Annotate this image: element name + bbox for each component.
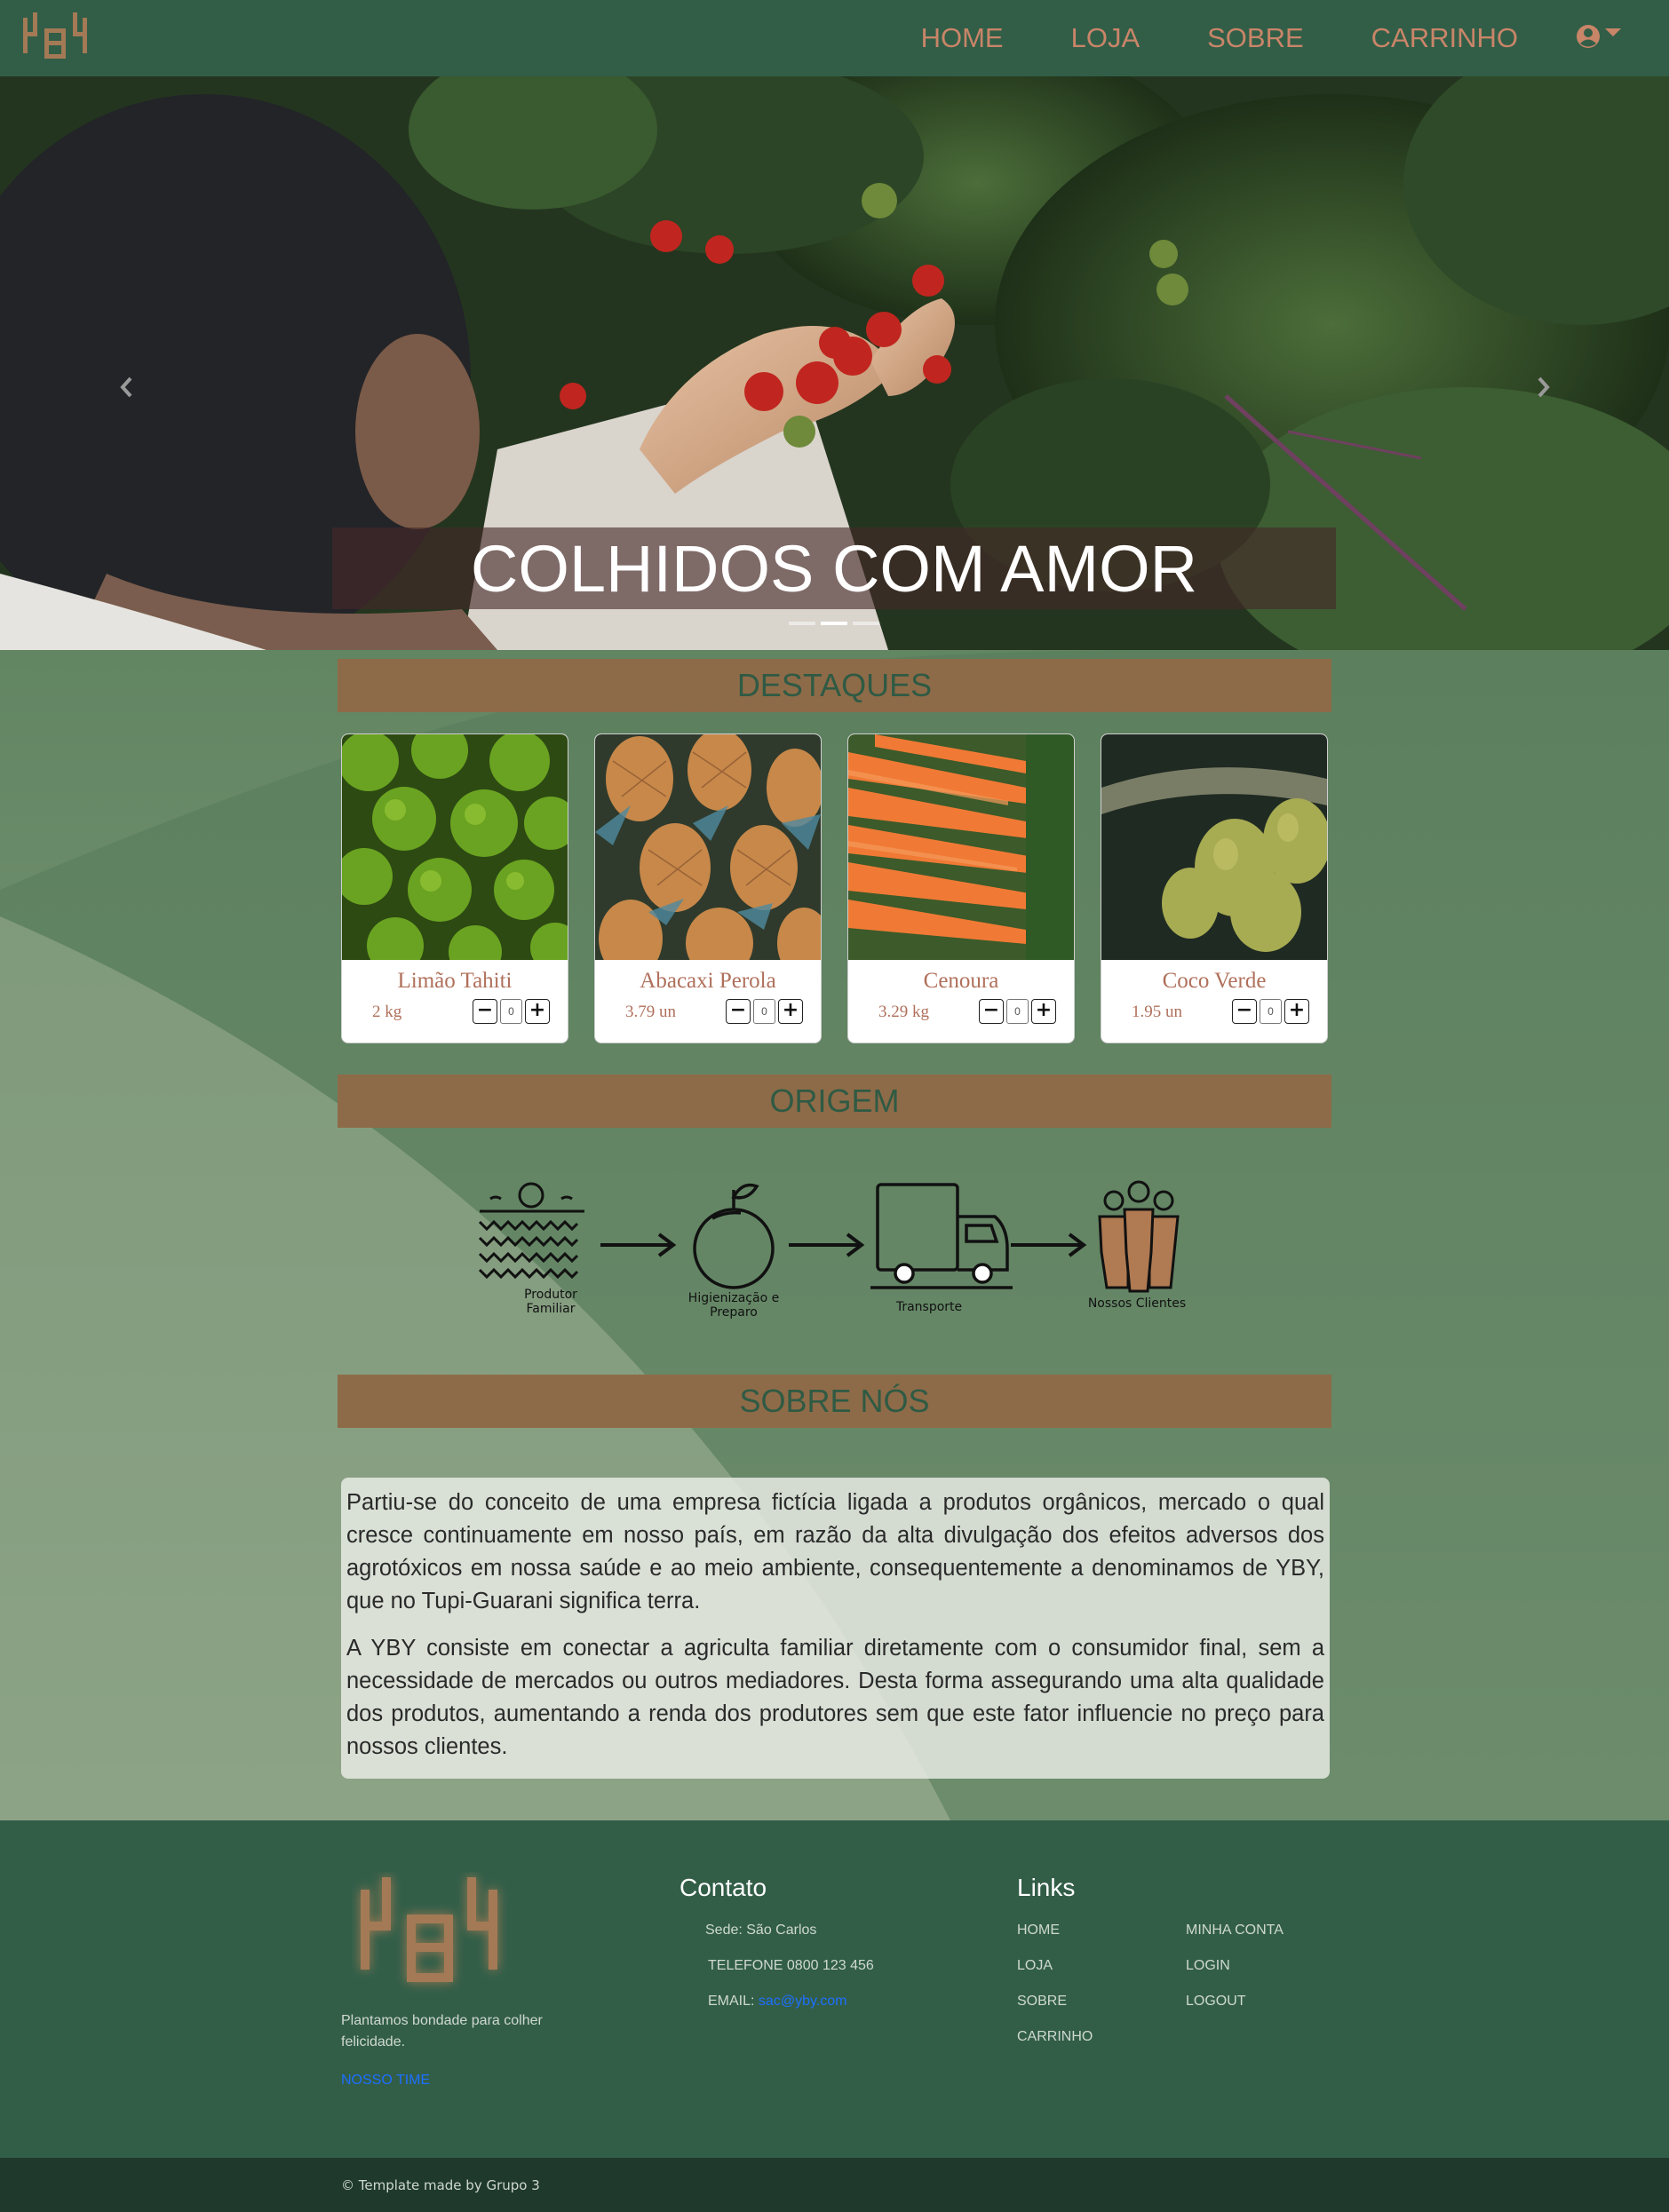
nav-sobre[interactable]: SOBRE	[1207, 22, 1304, 54]
plus-button[interactable]: +	[1284, 999, 1309, 1024]
product-price: 3.29 kg	[878, 1003, 929, 1021]
chevron-down-icon	[1605, 28, 1621, 36]
quantity-stepper: − 0 +	[979, 999, 1056, 1024]
product-name: Cenoura	[923, 969, 999, 993]
carousel-indicators	[789, 622, 879, 625]
step-label-line: Transporte	[895, 1300, 963, 1314]
nav-carrinho[interactable]: CARRINHO	[1371, 22, 1518, 54]
footer-link-loja[interactable]: LOJA	[1017, 1958, 1053, 1974]
footer-link-sobre[interactable]: SOBRE	[1017, 1994, 1067, 2010]
carousel-next-button[interactable]	[1517, 343, 1570, 432]
footer-email: EMAIL: sac@yby.com	[708, 1994, 846, 2010]
step-label-transporte: Transporte	[885, 1300, 974, 1314]
footer-telefone: TELEFONE 0800 123 456	[708, 1958, 874, 1973]
quantity-input[interactable]: 0	[1006, 999, 1029, 1024]
product-price: 1.95 un	[1132, 1003, 1182, 1021]
product-image-coco	[1101, 734, 1327, 960]
minus-button[interactable]: −	[473, 999, 497, 1024]
copyright-bar: © Template made by Grupo 3	[0, 2158, 1669, 2212]
footer-link-logout[interactable]: LOGOUT	[1186, 1994, 1246, 2010]
minus-button[interactable]: −	[726, 999, 751, 1024]
about-paragraph-1: Partiu-se do conceito de uma empresa fic…	[346, 1490, 1324, 1613]
section-title-sobre: SOBRE NÓS	[739, 1383, 930, 1419]
product-image-cenoura	[848, 734, 1074, 960]
product-name: Coco Verde	[1162, 969, 1267, 993]
section-title-destaques: DESTAQUES	[736, 667, 933, 703]
footer-link-login[interactable]: LOGIN	[1186, 1958, 1230, 1974]
footer-link-carrinho[interactable]: CARRINHO	[1017, 2029, 1093, 2045]
product-name: Abacaxi Perola	[640, 969, 776, 993]
nav-links: HOME LOJA SOBRE CARRINHO	[854, 0, 1518, 76]
user-circle-icon	[1577, 25, 1600, 48]
origin-diagram: Produtor Familiar Higienização e Preparo…	[462, 1163, 1208, 1332]
footer-tagline: Plantamos bondade para colher felicidade…	[341, 2013, 543, 2049]
plus-button[interactable]: +	[778, 999, 803, 1024]
farm-field-icon	[478, 1182, 584, 1280]
chevron-left-icon	[120, 377, 132, 398]
product-card[interactable]: Coco Verde 1.95 un − 0 +	[1101, 733, 1328, 1043]
plus-button[interactable]: +	[1031, 999, 1056, 1024]
product-name: Limão Tahiti	[397, 969, 513, 993]
nav-loja[interactable]: LOJA	[1071, 22, 1140, 54]
footer-link-minha-conta[interactable]: MINHA CONTA	[1186, 1923, 1284, 1938]
nav-home[interactable]: HOME	[921, 22, 1004, 54]
carousel-indicator-2[interactable]	[821, 622, 847, 625]
hero-caption: COLHIDOS COM AMOR	[332, 527, 1336, 609]
footer-yby-logo	[361, 1877, 497, 1982]
carousel-prev-button[interactable]	[99, 343, 153, 432]
hero-caption-text: COLHIDOS COM AMOR	[470, 531, 1198, 606]
chevron-right-icon	[1538, 377, 1550, 398]
footer-contato-title: Contato	[680, 1874, 767, 1901]
product-card[interactable]: Limão Tahiti 2 kg − 0 +	[341, 733, 568, 1043]
quantity-stepper: − 0 +	[473, 999, 550, 1024]
footer-link-home[interactable]: HOME	[1017, 1923, 1060, 1938]
nosso-time-link[interactable]: NOSSO TIME	[341, 2073, 430, 2089]
fruit-icon	[693, 1183, 775, 1289]
section-origem: ORIGEM	[338, 1074, 1331, 1128]
step-label-line: Preparo	[710, 1305, 758, 1320]
quantity-stepper: − 0 +	[726, 999, 803, 1024]
footer-sede: Sede: São Carlos	[705, 1923, 817, 1938]
people-icon	[1098, 1180, 1180, 1293]
plus-button[interactable]: +	[525, 999, 550, 1024]
step-label-line: Nossos Clientes	[1087, 1296, 1187, 1311]
about-box: Partiu-se do conceito de uma empresa fic…	[341, 1478, 1330, 1779]
step-label-line: Familiar	[526, 1302, 576, 1316]
step-label-higienizacao: Higienização e Preparo	[680, 1291, 787, 1320]
truck-icon	[870, 1183, 1013, 1289]
section-title-origem: ORIGEM	[769, 1082, 900, 1119]
footer: Plantamos bondade para colher felicidade…	[0, 1820, 1669, 2158]
yby-logo[interactable]	[20, 9, 94, 66]
footer-links-title: Links	[1017, 1874, 1076, 1901]
section-sobre: SOBRE NÓS	[338, 1375, 1331, 1428]
quantity-input[interactable]: 0	[1260, 999, 1282, 1024]
step-label-produtor: Produtor Familiar	[515, 1288, 586, 1316]
email-link[interactable]: sac@yby.com	[759, 1994, 847, 2009]
step-label-clientes: Nossos Clientes	[1075, 1296, 1199, 1311]
quantity-input[interactable]: 0	[500, 999, 522, 1024]
product-image-abacaxi	[595, 734, 821, 960]
step-label-line: Produtor	[524, 1288, 577, 1302]
hero-carousel: COLHIDOS COM AMOR	[0, 76, 1669, 650]
step-label-line: Higienização e	[687, 1291, 780, 1305]
navbar: HOME LOJA SOBRE CARRINHO	[0, 0, 1669, 76]
product-card[interactable]: Cenoura 3.29 kg − 0 +	[847, 733, 1075, 1043]
quantity-input[interactable]: 0	[753, 999, 775, 1024]
product-price: 3.79 un	[625, 1003, 676, 1021]
copyright-text: © Template made by Grupo 3	[341, 2177, 540, 2193]
carousel-indicator-3[interactable]	[853, 622, 879, 625]
minus-button[interactable]: −	[979, 999, 1004, 1024]
product-image-limao	[342, 734, 568, 960]
section-destaques: DESTAQUES	[338, 659, 1331, 712]
carousel-indicator-1[interactable]	[789, 622, 815, 625]
user-menu-toggle[interactable]	[1575, 23, 1621, 50]
footer-email-label: EMAIL:	[708, 1994, 755, 2009]
about-paragraph-2: A YBY consiste em conectar a agriculta f…	[346, 1636, 1324, 1759]
quantity-stepper: − 0 +	[1232, 999, 1309, 1024]
minus-button[interactable]: −	[1232, 999, 1257, 1024]
product-card[interactable]: Abacaxi Perola 3.79 un − 0 +	[594, 733, 822, 1043]
product-price: 2 kg	[372, 1003, 402, 1021]
